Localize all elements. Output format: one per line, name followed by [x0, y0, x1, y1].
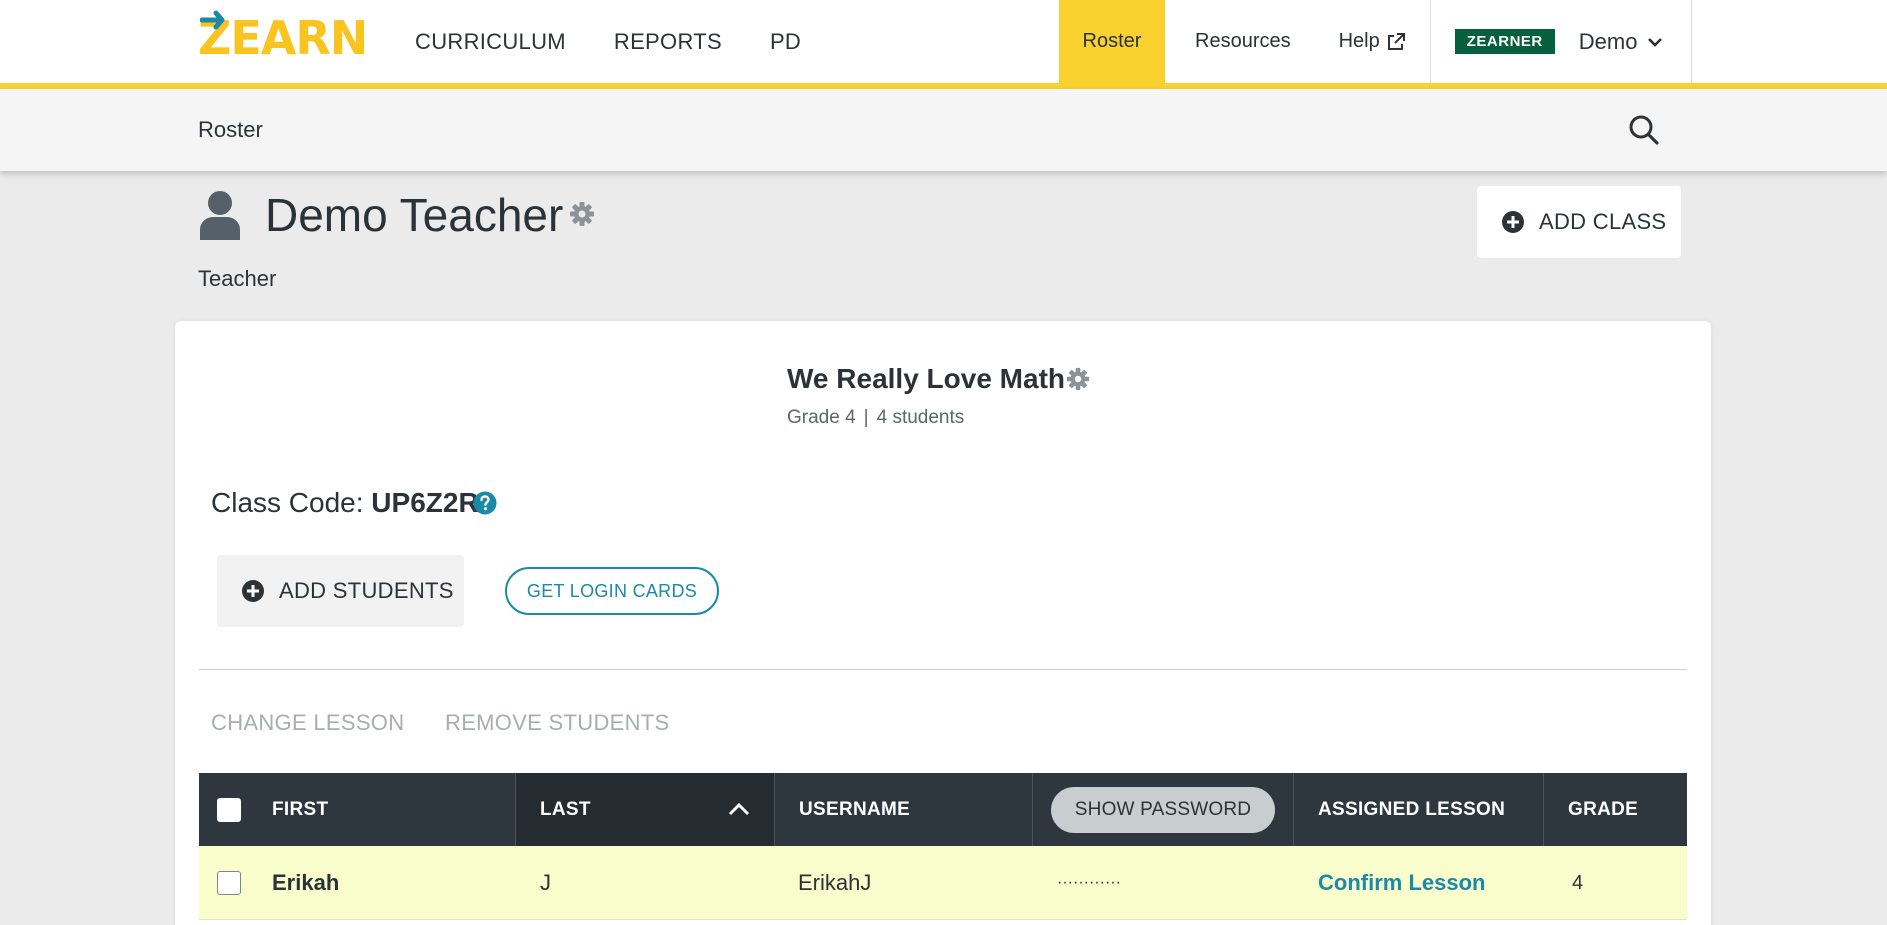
cell-last: J: [516, 846, 775, 920]
chevron-down-icon[interactable]: [1647, 36, 1663, 48]
top-navigation: ZEARN CURRICULUM REPORTS PD Roster Resou…: [0, 0, 1887, 89]
change-lesson-button[interactable]: CHANGE LESSON: [211, 710, 404, 736]
meta-separator: |: [863, 407, 869, 428]
nav-roster[interactable]: Roster: [1059, 0, 1165, 83]
gear-icon[interactable]: [569, 201, 595, 227]
class-grade: Grade 4: [787, 407, 856, 428]
nav-roster-label: Roster: [1082, 30, 1142, 52]
class-card: We Really Love Math Grade 4 | 4 students C…: [175, 321, 1711, 925]
question-circle-icon[interactable]: [473, 491, 497, 515]
breadcrumb-bar: Roster: [0, 89, 1887, 171]
nav-resources[interactable]: Resources: [1165, 0, 1315, 83]
table-row[interactable]: Erikah J ErikahJ ············ Confirm Le…: [199, 846, 1687, 920]
header-last[interactable]: LAST: [516, 773, 775, 846]
select-all-checkbox[interactable]: [217, 797, 241, 822]
cell-grade: 4: [1544, 846, 1687, 920]
zearner-badge: ZEARNER: [1454, 29, 1555, 54]
header-first-label: FIRST: [272, 798, 329, 820]
external-link-icon: [1387, 32, 1405, 50]
class-code: Class Code: UP6Z2R: [211, 487, 479, 519]
gear-icon[interactable]: [1066, 367, 1090, 391]
class-meta: Grade 4 | 4 students: [787, 407, 964, 429]
nav-resources-label: Resources: [1195, 30, 1291, 52]
student-first-name: Erikah: [272, 870, 340, 895]
teacher-name: Demo Teacher: [265, 189, 564, 241]
remove-students-button[interactable]: REMOVE STUDENTS: [445, 710, 670, 736]
student-password-masked: ············: [1057, 874, 1121, 891]
nav-help-label: Help: [1338, 30, 1380, 52]
search-icon[interactable]: [1628, 114, 1660, 146]
student-grade: 4: [1572, 871, 1584, 894]
student-last-name: J: [540, 870, 551, 895]
user-name[interactable]: Demo: [1579, 29, 1638, 55]
show-password-button[interactable]: SHOW PASSWORD: [1050, 786, 1276, 833]
class-code-value: UP6Z2R: [371, 487, 479, 518]
user-menu[interactable]: ZEARNER Demo: [1431, 0, 1692, 83]
header-assigned-lesson-label: ASSIGNED LESSON: [1318, 798, 1506, 820]
add-students-button[interactable]: ADD STUDENTS: [217, 555, 464, 627]
header-last-label: LAST: [540, 798, 591, 820]
teacher-role: Teacher: [198, 266, 277, 291]
breadcrumb: Roster: [198, 117, 263, 142]
cell-password: ············: [1033, 846, 1294, 920]
nav-help[interactable]: Help: [1315, 0, 1431, 83]
section-divider: [199, 669, 1687, 670]
table-header: FIRST LAST USERNAME SHOW PASSWORD ASSIGN…: [199, 773, 1687, 846]
header-grade-label: GRADE: [1568, 798, 1639, 820]
header-username[interactable]: USERNAME: [775, 773, 1033, 846]
add-class-label: ADD CLASS: [1539, 209, 1667, 234]
cell-username: ErikahJ: [775, 846, 1033, 920]
nav-reports[interactable]: REPORTS: [614, 29, 722, 55]
get-login-cards-button[interactable]: GET LOGIN CARDS: [505, 567, 719, 615]
roster-table: FIRST LAST USERNAME SHOW PASSWORD ASSIGN…: [199, 773, 1687, 920]
nav-curriculum[interactable]: CURRICULUM: [415, 29, 566, 55]
main-nav: CURRICULUM REPORTS PD: [415, 0, 849, 83]
plus-circle-icon: [1502, 211, 1524, 233]
cell-assigned-lesson: Confirm Lesson: [1294, 846, 1544, 920]
header-first[interactable]: FIRST: [199, 773, 516, 846]
nav-pd[interactable]: PD: [770, 29, 801, 55]
zearn-logo[interactable]: ZEARN: [198, 10, 368, 65]
confirm-lesson-link[interactable]: Confirm Lesson: [1318, 870, 1485, 896]
row-checkbox[interactable]: [217, 871, 241, 895]
class-code-label: Class Code:: [211, 487, 364, 518]
class-student-count: 4 students: [876, 407, 965, 428]
add-students-label: ADD STUDENTS: [279, 578, 454, 603]
logo-arrow-icon: [200, 10, 225, 30]
header-grade[interactable]: GRADE: [1544, 773, 1687, 846]
header-username-label: USERNAME: [799, 798, 911, 820]
cell-first: Erikah: [199, 846, 516, 920]
header-assigned-lesson[interactable]: ASSIGNED LESSON: [1294, 773, 1544, 846]
person-icon: [200, 191, 240, 240]
student-username: ErikahJ: [798, 870, 872, 895]
class-title: We Really Love Math: [787, 363, 1066, 394]
add-class-button[interactable]: ADD CLASS: [1477, 186, 1681, 258]
chevron-up-icon[interactable]: [728, 802, 750, 816]
secondary-nav: Roster Resources Help ZEARNER Demo: [1059, 0, 1692, 83]
plus-circle-icon: [242, 580, 264, 602]
header-password: SHOW PASSWORD: [1033, 773, 1294, 846]
